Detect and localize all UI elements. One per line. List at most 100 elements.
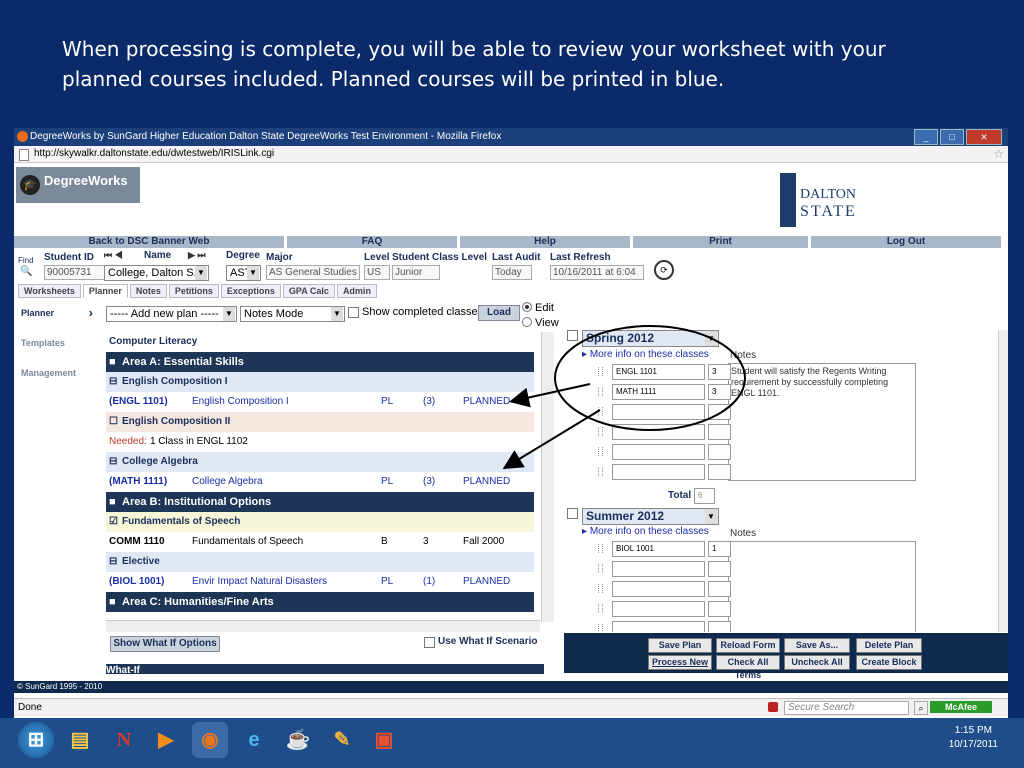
mode-select[interactable]: Notes Mode — [240, 306, 345, 322]
drag-handle[interactable] — [598, 407, 603, 416]
term1-notes-textarea[interactable]: Student will satisfy the Regents Writing… — [728, 363, 916, 481]
student-id-field[interactable]: 90005731 — [44, 265, 106, 280]
java-icon[interactable]: ☕ — [280, 722, 316, 758]
show-whatif-button[interactable]: Show What If Options — [110, 636, 220, 652]
planned-credits-input[interactable] — [708, 621, 731, 632]
delete-plan-button[interactable]: Delete Plan — [856, 638, 922, 653]
firefox-taskbar-icon[interactable]: ◉ — [192, 722, 228, 758]
explorer-icon[interactable]: ▤ — [62, 722, 98, 758]
leftnav-management[interactable]: Management — [14, 360, 100, 390]
drag-handle[interactable] — [598, 447, 603, 456]
tab-exceptions[interactable]: Exceptions — [220, 284, 281, 298]
nav-print[interactable]: Print — [633, 236, 808, 248]
planned-credits-input[interactable] — [708, 464, 731, 480]
planned-credits-input[interactable] — [708, 601, 731, 617]
audit-vertical-scrollbar[interactable] — [541, 332, 554, 622]
planned-credits-input[interactable] — [708, 404, 731, 420]
planned-credits-input[interactable]: 3 — [708, 364, 731, 380]
planned-course-input[interactable] — [612, 561, 705, 577]
drag-handle[interactable] — [598, 387, 603, 396]
onenote-icon[interactable]: N — [106, 722, 142, 758]
planned-course-input[interactable]: BIOL 1001 — [612, 541, 705, 557]
load-button[interactable]: Load — [478, 305, 520, 321]
use-whatif-checkbox[interactable] — [424, 637, 435, 648]
mcafee-badge[interactable]: McAfee — [930, 701, 992, 713]
start-button[interactable]: ⊞ — [18, 722, 54, 758]
planned-credits-input[interactable] — [708, 444, 731, 460]
planned-course-input[interactable] — [612, 464, 705, 480]
term1-more-info-link[interactable]: ▸ More info on these classes — [582, 349, 709, 360]
course-row[interactable]: (MATH 1111) College Algebra PL (3) PLANNED — [106, 472, 534, 492]
powerpoint-icon[interactable]: ▣ — [366, 722, 402, 758]
planned-course-input[interactable] — [612, 621, 705, 632]
show-completed-checkbox[interactable] — [348, 307, 359, 318]
planned-course-input[interactable] — [612, 581, 705, 597]
nav-logout[interactable]: Log Out — [811, 236, 1001, 248]
find-magnifier-icon[interactable]: 🔍 — [20, 266, 32, 277]
media-player-icon[interactable]: ▶ — [148, 722, 184, 758]
course-row[interactable]: (ENGL 1101) English Composition I PL (3) PLA… — [106, 392, 534, 412]
address-bar[interactable]: http://skywalkr.daltonstate.edu/dwtestwe… — [14, 146, 1008, 163]
bookmark-star-icon[interactable]: ☆ — [993, 146, 1004, 162]
create-block-button[interactable]: Create Block — [856, 655, 922, 670]
student-name-select[interactable]: College, Dalton S. — [104, 265, 209, 281]
term1-select[interactable]: Spring 2012 — [582, 330, 719, 347]
planned-course-input[interactable]: ENGL 1101 — [612, 364, 705, 380]
secure-search-input[interactable]: Secure Search — [784, 701, 909, 715]
url-text[interactable]: http://skywalkr.daltonstate.edu/dwtestwe… — [34, 148, 274, 159]
drag-handle[interactable] — [598, 564, 603, 573]
degree-select[interactable]: ASTI — [226, 265, 261, 281]
nav-back-link[interactable]: Back to DSC Banner Web — [14, 236, 284, 248]
notes-app-icon[interactable]: ✎ — [324, 722, 360, 758]
refresh-icon[interactable]: ⟳ — [654, 260, 674, 280]
edit-radio[interactable]: Edit — [522, 302, 554, 314]
check-all-terms-button[interactable]: Check All Terms — [716, 655, 780, 680]
term2-select[interactable]: Summer 2012 — [582, 508, 719, 525]
planned-course-input[interactable] — [612, 424, 705, 440]
drag-handle[interactable] — [598, 367, 603, 376]
audit-horizontal-scrollbar[interactable] — [106, 620, 540, 632]
drag-handle[interactable] — [598, 604, 603, 613]
tab-planner[interactable]: Planner — [82, 284, 128, 298]
term1-checkbox[interactable] — [567, 330, 578, 341]
tab-petitions[interactable]: Petitions — [168, 284, 219, 298]
process-new-button[interactable]: Process New — [648, 655, 712, 670]
drag-handle[interactable] — [598, 467, 603, 476]
leftnav-templates[interactable]: Templates — [14, 330, 100, 360]
minimize-button[interactable]: _ — [914, 129, 938, 145]
search-icon[interactable]: ⌕ — [914, 701, 928, 715]
planned-credits-input[interactable] — [708, 561, 731, 577]
drag-handle[interactable] — [598, 427, 603, 436]
close-button[interactable]: ✕ — [966, 129, 1002, 145]
drag-handle[interactable] — [598, 544, 603, 553]
add-plan-select[interactable]: ----- Add new plan ----- — [106, 306, 237, 322]
term2-checkbox[interactable] — [567, 508, 578, 519]
maximize-button[interactable]: □ — [940, 129, 964, 145]
term2-more-info-link[interactable]: ▸ More info on these classes — [582, 526, 709, 537]
tab-worksheets[interactable]: Worksheets — [18, 284, 81, 298]
planned-credits-input[interactable]: 3 — [708, 384, 731, 400]
planner-vertical-scrollbar[interactable] — [998, 330, 1008, 632]
planned-course-input[interactable] — [612, 601, 705, 617]
planned-course-input[interactable] — [612, 404, 705, 420]
tab-admin[interactable]: Admin — [336, 284, 377, 298]
nav-help[interactable]: Help — [460, 236, 630, 248]
save-as-button[interactable]: Save As... — [784, 638, 850, 653]
drag-handle[interactable] — [598, 584, 603, 593]
ie-icon[interactable]: e — [236, 722, 272, 758]
nav-faq[interactable]: FAQ — [287, 236, 457, 248]
leftnav-planner[interactable]: Planner › — [14, 300, 100, 330]
tab-gpa-calc[interactable]: GPA Calc — [282, 284, 335, 298]
planned-course-input[interactable]: MATH 1111 — [612, 384, 705, 400]
save-plan-button[interactable]: Save Plan — [648, 638, 712, 653]
drag-handle[interactable] — [598, 624, 603, 632]
planned-credits-input[interactable] — [708, 581, 731, 597]
term2-notes-textarea[interactable] — [728, 541, 916, 632]
planned-course-input[interactable] — [612, 444, 705, 460]
uncheck-all-button[interactable]: Uncheck All — [784, 655, 850, 670]
course-row[interactable]: (BIOL 1001) Envir Impact Natural Disaster… — [106, 572, 534, 592]
course-row[interactable]: COMM 1110 Fundamentals of Speech B 3 Fall 20… — [106, 532, 534, 552]
planned-credits-input[interactable] — [708, 424, 731, 440]
reload-form-button[interactable]: Reload Form — [716, 638, 780, 653]
view-radio[interactable]: View — [522, 317, 559, 329]
